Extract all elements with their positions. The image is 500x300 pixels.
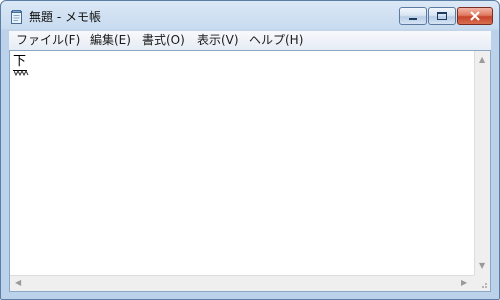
menu-help[interactable]: ヘルプ(H) bbox=[249, 33, 303, 48]
notepad-window: 無題 - メモ帳 ファイル(F) 編集(E) 書式(O) 表示(V) ヘルプ(H… bbox=[0, 0, 500, 300]
editor-content[interactable]: 下 bbox=[13, 54, 28, 71]
vertical-scrollbar[interactable]: ▲ ▼ bbox=[474, 51, 490, 275]
maximize-button[interactable] bbox=[428, 7, 456, 25]
scroll-left-icon[interactable]: ◀ bbox=[15, 279, 21, 287]
ime-underline-icon bbox=[14, 70, 29, 76]
menu-format[interactable]: 書式(O) bbox=[142, 33, 185, 48]
scroll-right-icon[interactable]: ▶ bbox=[461, 279, 467, 287]
maximize-icon bbox=[437, 12, 447, 20]
title-bar[interactable]: 無題 - メモ帳 bbox=[1, 1, 499, 29]
scroll-down-icon[interactable]: ▼ bbox=[479, 262, 485, 270]
horizontal-scrollbar[interactable]: ◀ ▶ bbox=[10, 275, 474, 291]
menu-bar: ファイル(F) 編集(E) 書式(O) 表示(V) ヘルプ(H) bbox=[9, 30, 491, 50]
menu-view[interactable]: 表示(V) bbox=[197, 33, 239, 48]
resize-grip-icon bbox=[482, 283, 487, 288]
minimize-button[interactable] bbox=[399, 7, 427, 25]
scroll-up-icon[interactable]: ▲ bbox=[479, 56, 485, 64]
close-icon bbox=[470, 11, 480, 21]
close-button[interactable] bbox=[457, 7, 493, 25]
minimize-icon bbox=[409, 18, 417, 20]
notepad-icon bbox=[11, 9, 23, 24]
menu-file[interactable]: ファイル(F) bbox=[16, 33, 80, 48]
resize-grip[interactable] bbox=[474, 275, 490, 291]
menu-edit[interactable]: 編集(E) bbox=[90, 33, 131, 48]
window-title: 無題 - メモ帳 bbox=[29, 10, 101, 24]
text-editor[interactable]: 下 ▲ ▼ ◀ ▶ bbox=[9, 50, 491, 292]
